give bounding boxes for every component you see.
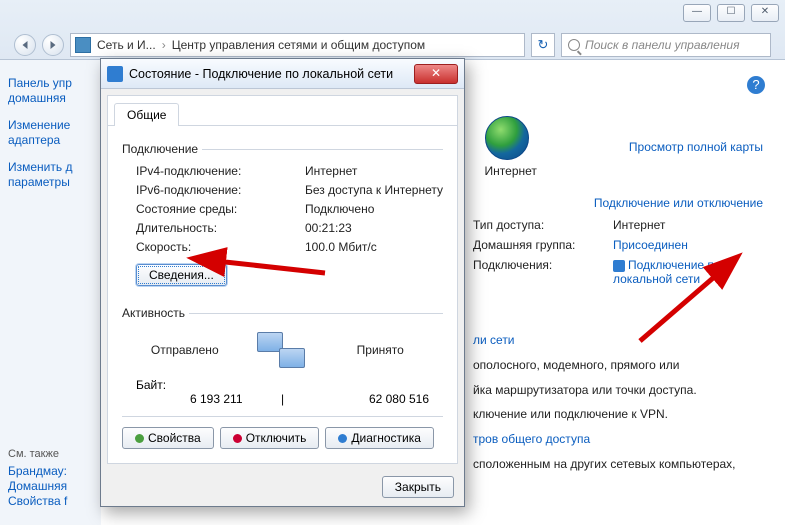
text-line: йка маршрутизатора или точки доступа. <box>473 382 763 399</box>
sidebar-internet-link[interactable]: Свойства f <box>8 494 93 509</box>
duration-label: Длительность: <box>136 221 305 235</box>
connect-disconnect-link[interactable]: Подключение или отключение <box>594 196 763 210</box>
media-state-value: Подключено <box>305 202 443 216</box>
sidebar-homegroup-link[interactable]: Домашняя <box>8 479 93 494</box>
activity-group-label: Активность <box>122 306 189 320</box>
maximize-button[interactable]: ☐ <box>717 4 745 22</box>
sharing-head-link[interactable]: тров общего доступа <box>473 432 590 446</box>
search-input[interactable]: Поиск в панели управления <box>561 33 771 57</box>
tab-general[interactable]: Общие <box>114 103 179 126</box>
ipv4-value: Интернет <box>305 164 443 178</box>
sidebar-adapter-link[interactable]: Изменение адаптера <box>8 118 93 148</box>
homegroup-label: Домашняя группа: <box>473 238 613 252</box>
ipv6-value: Без доступа к Интернету <box>305 183 443 197</box>
received-label: Принято <box>318 343 444 357</box>
window-close-button[interactable]: ✕ <box>751 4 779 22</box>
ipv6-label: IPv6-подключение: <box>136 183 305 197</box>
disable-icon <box>233 434 242 443</box>
bytes-label: Байт: <box>136 378 243 392</box>
lan-status-icon <box>107 66 123 82</box>
status-dialog: Состояние - Подключение по локальной сет… <box>100 58 465 507</box>
text-line: ключение или подключение к VPN. <box>473 406 763 423</box>
connection-group-label: Подключение <box>122 142 202 156</box>
speed-label: Скорость: <box>136 240 305 254</box>
media-state-label: Состояние среды: <box>136 202 305 216</box>
refresh-button[interactable]: ↻ <box>531 33 555 57</box>
lan-icon <box>613 260 625 272</box>
dialog-titlebar[interactable]: Состояние - Подключение по локальной сет… <box>101 59 464 89</box>
breadcrumb-item[interactable]: Центр управления сетями и общим доступом <box>170 38 428 52</box>
text-line: ополосного, модемного, прямого или <box>473 357 763 374</box>
breadcrumb-item[interactable]: Сеть и И... <box>95 38 158 52</box>
breadcrumb[interactable]: Сеть и И... › Центр управления сетями и … <box>70 33 525 57</box>
bytes-received-value: 62 080 516 <box>323 392 430 406</box>
help-button[interactable]: ? <box>747 76 765 94</box>
sent-label: Отправлено <box>122 343 248 357</box>
properties-button[interactable]: Свойства <box>122 427 214 449</box>
bytes-sent-value: 6 193 211 <box>136 392 243 406</box>
search-icon <box>568 39 580 51</box>
diagnose-icon <box>338 434 347 443</box>
sidebar: Панель упр домашняя Изменение адаптера И… <box>0 60 101 525</box>
access-type-value: Интернет <box>613 218 763 232</box>
full-map-link[interactable]: Просмотр полной карты <box>629 140 763 154</box>
dialog-title: Состояние - Подключение по локальной сет… <box>129 67 393 81</box>
activity-icon <box>255 330 311 374</box>
ipv4-label: IPv4-подключение: <box>136 164 305 178</box>
network-icon <box>75 37 91 53</box>
network-head-link[interactable]: ли сети <box>473 333 515 347</box>
nav-back-button[interactable] <box>14 34 36 56</box>
sidebar-advanced-link[interactable]: Изменить д параметры <box>8 160 93 190</box>
window-chrome: — ☐ ✕ Сеть и И... › Центр управления сет… <box>0 0 785 60</box>
dialog-close-button[interactable]: ✕ <box>414 64 458 84</box>
minimize-button[interactable]: — <box>683 4 711 22</box>
internet-label: Интернет <box>485 164 537 178</box>
connections-label: Подключения: <box>473 258 613 286</box>
homegroup-value[interactable]: Присоединен <box>613 238 763 252</box>
chevron-right-icon: › <box>158 38 170 52</box>
connections-value[interactable]: Подключение по локальной сети <box>613 258 763 286</box>
duration-value: 00:21:23 <box>305 221 443 235</box>
sidebar-home-link[interactable]: Панель упр домашняя <box>8 76 93 106</box>
search-placeholder: Поиск в панели управления <box>585 38 740 52</box>
diagnose-button[interactable]: Диагностика <box>325 427 434 449</box>
nav-forward-button[interactable] <box>42 34 64 56</box>
access-type-label: Тип доступа: <box>473 218 613 232</box>
details-button[interactable]: Сведения... <box>136 264 227 286</box>
sidebar-firewall-link[interactable]: Брандмау: <box>8 464 93 479</box>
close-button[interactable]: Закрыть <box>382 476 454 498</box>
properties-icon <box>135 434 144 443</box>
speed-value: 100.0 Мбит/с <box>305 240 443 254</box>
text-line: сположенным на других сетевых компьютера… <box>473 456 763 473</box>
see-also-label: См. также <box>8 448 93 460</box>
disable-button[interactable]: Отключить <box>220 427 320 449</box>
internet-globe-icon <box>485 116 529 160</box>
